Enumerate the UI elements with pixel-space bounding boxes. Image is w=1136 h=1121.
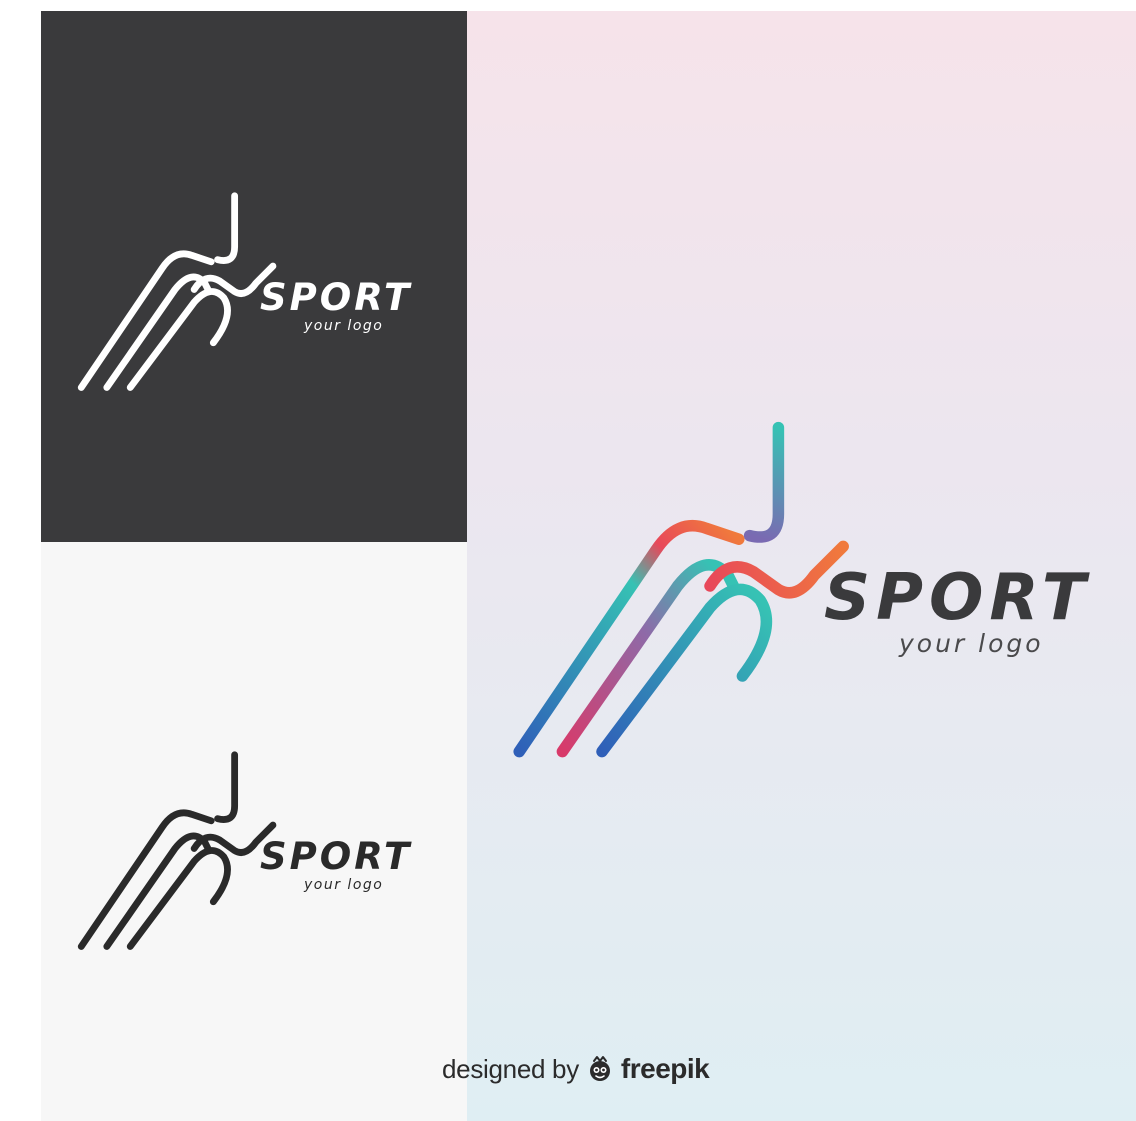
logo-title: SPORT [824,561,1092,635]
logo-title: SPORT [260,835,413,878]
freepik-icon [589,1056,610,1081]
runner-icon [513,421,849,758]
designer-credit: designed by freepik [442,1052,710,1086]
dark-logo-panel: SPORT your logo [41,11,467,542]
runner-icon [77,742,290,955]
logo-tagline: your logo [304,877,384,893]
credit-brand: freepik [620,1053,710,1084]
logo-title: SPORT [260,276,413,319]
light-logo-panel: SPORT your logo [41,542,467,1121]
runner-icon [77,183,290,396]
credit-prefix: designed by [442,1053,579,1084]
logo-tagline: your logo [304,318,384,334]
gradient-logo-panel: SPORT your logo [467,11,1136,1121]
logo-tagline: your logo [899,629,1044,658]
